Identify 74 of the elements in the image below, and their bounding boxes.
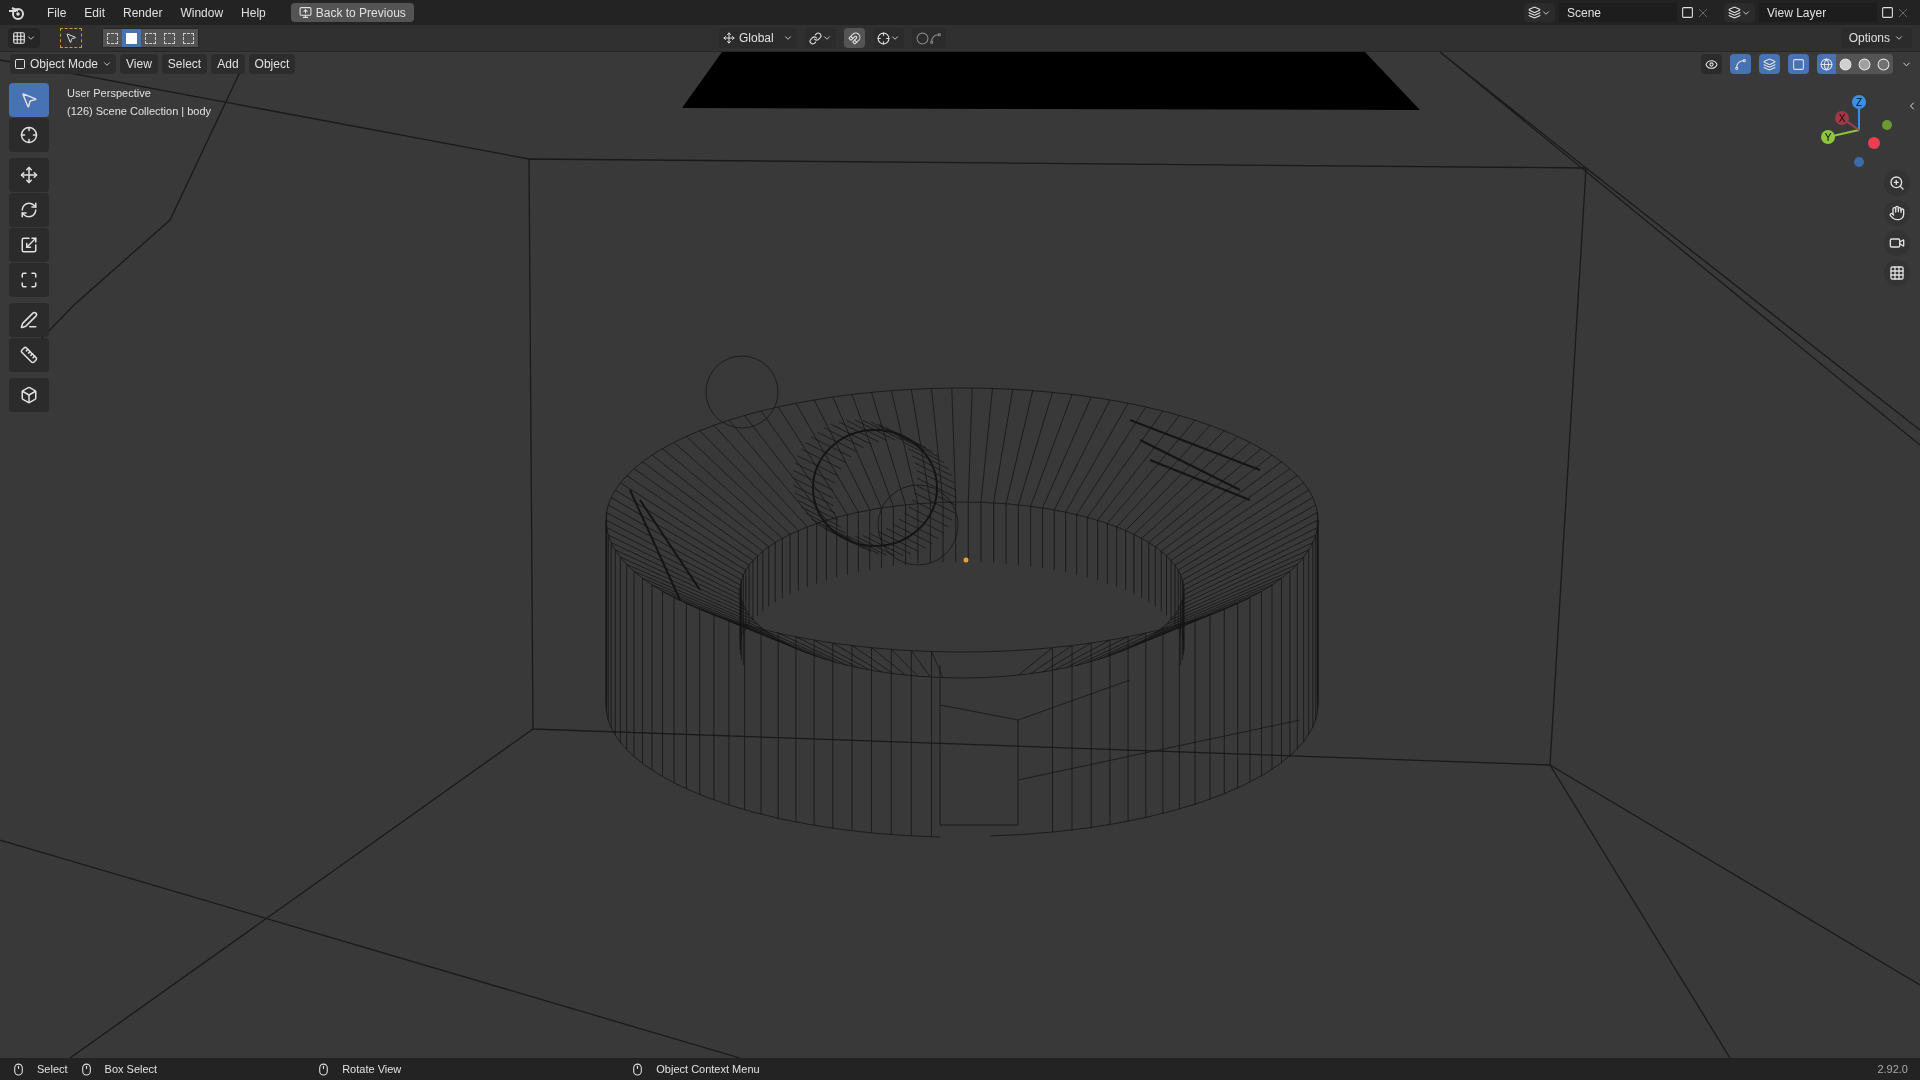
sphere-shading-icon[interactable]: [1874, 54, 1893, 74]
tool-button[interactable]: [9, 193, 49, 227]
scale-icon: [20, 236, 38, 254]
wireframe-shading-icon[interactable]: [1817, 54, 1836, 74]
scene-selector-icon[interactable]: [1524, 3, 1555, 22]
chevron-icon: [1894, 33, 1904, 43]
mode-dropdown[interactable]: Object Mode: [10, 54, 117, 74]
tool-button[interactable]: [9, 378, 49, 412]
chevron-icon: [102, 59, 113, 69]
select-icon: [20, 91, 38, 109]
tool-button[interactable]: [9, 303, 49, 337]
status-hint: Object Context Menu: [656, 1061, 760, 1077]
screen-icon: [298, 6, 312, 19]
snap-target-icon[interactable]: [873, 28, 904, 48]
version-label: 2.92.0: [1877, 1061, 1908, 1077]
tool-button[interactable]: [9, 263, 49, 297]
view-layer-selector-icon[interactable]: [1724, 3, 1755, 22]
selection-mode-button[interactable]: [103, 29, 122, 47]
back-to-previous-button[interactable]: Back to Previous: [290, 3, 414, 22]
pencil-icon: [20, 311, 38, 329]
mouse-middle-icon: [317, 1062, 331, 1076]
camera-icon[interactable]: [1884, 230, 1910, 256]
overlay-icon[interactable]: [1759, 54, 1780, 74]
transform-icon: [20, 271, 38, 289]
status-hint: Box Select: [104, 1061, 158, 1077]
menu-item[interactable]: Render: [114, 1, 172, 24]
menu-item[interactable]: Help: [232, 1, 275, 24]
menu-item[interactable]: Window: [171, 1, 233, 24]
mouse-left-icon: [12, 1062, 25, 1076]
crosshair-icon: [20, 126, 38, 144]
tool-button[interactable]: [9, 228, 49, 262]
active-tool-icon[interactable]: [60, 28, 82, 48]
view-name: User Perspective: [67, 86, 152, 101]
xray-icon[interactable]: [1788, 54, 1809, 74]
header-menu[interactable]: Add: [211, 54, 245, 74]
scene-field[interactable]: Scene: [1559, 3, 1677, 22]
status-hint: Rotate View: [342, 1061, 402, 1077]
app-logo-icon[interactable]: [8, 4, 26, 21]
selection-mode-button[interactable]: [179, 29, 198, 47]
move-icon: [20, 166, 38, 184]
cube-icon: [20, 386, 38, 404]
magnet-icon[interactable]: [844, 28, 865, 48]
menu-item[interactable]: Edit: [75, 1, 115, 24]
tool-button[interactable]: [9, 118, 49, 152]
menu-item[interactable]: File: [38, 1, 76, 24]
mouse-right-icon: [631, 1062, 645, 1076]
grid-icon[interactable]: [1884, 260, 1910, 286]
close-icon[interactable]: [1698, 7, 1708, 18]
ruler-icon: [20, 346, 38, 364]
tool-button[interactable]: [9, 338, 49, 372]
eye-icon[interactable]: [1701, 54, 1722, 74]
selection-mode-button[interactable]: [122, 29, 141, 47]
header-menu[interactable]: Select: [161, 54, 208, 74]
chevron-icon: [783, 33, 793, 43]
proportional-edit-icon[interactable]: [912, 28, 946, 48]
status-hint: Select: [37, 1061, 68, 1077]
object-icon: [14, 58, 26, 70]
view-layer-field[interactable]: View Layer: [1759, 3, 1877, 22]
sphere-shading-icon[interactable]: [1836, 54, 1855, 74]
orientation-dropdown[interactable]: Global: [719, 28, 797, 48]
options-dropdown[interactable]: Options: [1840, 28, 1912, 48]
editor-type-icon[interactable]: [8, 28, 40, 48]
hand-icon[interactable]: [1884, 200, 1910, 226]
mouse-drag-icon: [79, 1062, 93, 1076]
header-menu[interactable]: View: [120, 54, 158, 74]
origin-dot: [963, 557, 969, 563]
rotate-icon: [20, 201, 38, 219]
axis-gizmo-drawing: X Y Z: [1812, 92, 1902, 172]
context-label: (126) Scene Collection | body: [67, 104, 212, 119]
zoom-icon[interactable]: [1884, 170, 1910, 196]
tool-button[interactable]: [9, 158, 49, 192]
selection-mode-button[interactable]: [141, 29, 160, 47]
close-icon[interactable]: [1898, 7, 1908, 18]
header-menu[interactable]: Object: [248, 54, 296, 74]
